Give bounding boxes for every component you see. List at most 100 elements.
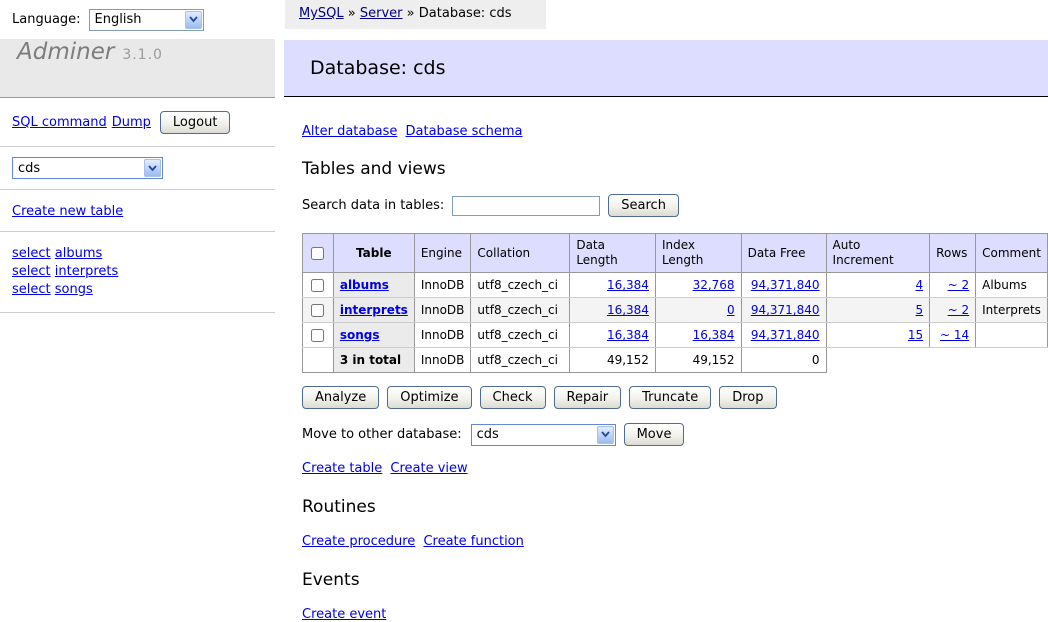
- column-header-auto-increment: Auto Increment: [826, 234, 930, 273]
- breadcrumb-server-link[interactable]: Server: [360, 6, 403, 21]
- table-row: songs InnoDB utf8_czech_ci 16,384 16,384…: [303, 323, 1048, 348]
- select-songs-link[interactable]: select: [12, 282, 51, 297]
- create-new-table-link[interactable]: Create new table: [12, 204, 123, 219]
- auto-increment-link[interactable]: 4: [916, 278, 924, 292]
- table-row: interprets InnoDB utf8_czech_ci 16,384 0…: [303, 298, 1048, 323]
- table-row: albums InnoDB utf8_czech_ci 16,384 32,76…: [303, 273, 1048, 298]
- search-button[interactable]: Search: [608, 194, 679, 217]
- index-length-link[interactable]: 0: [727, 303, 735, 317]
- drop-button[interactable]: Drop: [719, 386, 776, 409]
- search-label: Search data in tables:: [302, 198, 444, 213]
- move-select-value: cds: [477, 427, 499, 442]
- index-length-link[interactable]: 32,768: [693, 278, 735, 292]
- table-name-link[interactable]: albums: [340, 278, 389, 292]
- auto-increment-link[interactable]: 15: [908, 328, 923, 342]
- data-free-link[interactable]: 94,371,840: [751, 278, 820, 292]
- sidebar-database-row: cds: [0, 147, 275, 190]
- column-header-data-length: Data Length: [570, 234, 656, 273]
- comment-cell: [976, 323, 1048, 348]
- sql-command-link[interactable]: SQL command: [12, 115, 107, 130]
- rows-count-link[interactable]: ~ 2: [948, 303, 970, 317]
- data-length-link[interactable]: 16,384: [607, 303, 649, 317]
- events-links-row: Create event: [302, 607, 1048, 622]
- list-item: select albums: [12, 245, 263, 263]
- routines-heading: Routines: [302, 497, 1048, 517]
- analyze-button[interactable]: Analyze: [302, 386, 379, 409]
- list-item: select interprets: [12, 263, 263, 281]
- create-links-row: Create table Create view: [302, 461, 1048, 476]
- data-length-link[interactable]: 16,384: [607, 328, 649, 342]
- create-procedure-link[interactable]: Create procedure: [302, 534, 415, 549]
- breadcrumb-mysql-link[interactable]: MySQL: [299, 6, 344, 21]
- tables-and-views-heading: Tables and views: [302, 159, 1048, 179]
- data-free-link[interactable]: 94,371,840: [751, 328, 820, 342]
- chevron-down-icon: [597, 426, 614, 444]
- total-data-length: 49,152: [570, 348, 656, 373]
- column-header-comment: Comment: [976, 234, 1048, 273]
- create-view-link[interactable]: Create view: [390, 461, 467, 476]
- move-button[interactable]: Move: [624, 423, 685, 446]
- auto-increment-link[interactable]: 5: [916, 303, 924, 317]
- table-name-link[interactable]: songs: [340, 328, 380, 342]
- main-content: Alter database Database schema Tables an…: [302, 98, 1048, 622]
- column-header-collation: Collation: [471, 234, 570, 273]
- language-select-value: English: [95, 12, 142, 27]
- sidebar-actions-row: SQL command Dump Logout: [0, 98, 275, 147]
- search-row: Search data in tables: Search: [302, 194, 1048, 217]
- data-length-link[interactable]: 16,384: [607, 278, 649, 292]
- breadcrumb-current: Database: cds: [419, 6, 512, 21]
- check-button[interactable]: Check: [480, 386, 546, 409]
- table-interprets-link[interactable]: interprets: [55, 264, 118, 279]
- alter-database-link[interactable]: Alter database: [302, 124, 397, 139]
- language-select[interactable]: English: [89, 9, 204, 31]
- create-function-link[interactable]: Create function: [423, 534, 523, 549]
- optimize-button[interactable]: Optimize: [387, 386, 471, 409]
- select-interprets-link[interactable]: select: [12, 264, 51, 279]
- table-header-row: Table Engine Collation Data Length Index…: [303, 234, 1048, 273]
- collation-cell: utf8_czech_ci: [471, 348, 570, 373]
- table-albums-link[interactable]: albums: [55, 246, 103, 261]
- table-name-link[interactable]: interprets: [340, 303, 408, 317]
- rows-count-link[interactable]: ~ 14: [940, 328, 969, 342]
- create-event-link[interactable]: Create event: [302, 607, 386, 622]
- chevron-down-icon: [185, 11, 202, 29]
- rows-count-link[interactable]: ~ 2: [948, 278, 970, 292]
- total-data-free: 0: [741, 348, 826, 373]
- database-select-value: cds: [18, 161, 40, 176]
- total-label: 3 in total: [333, 348, 414, 373]
- chevron-down-icon: [144, 159, 161, 177]
- app-version: 3.1.0: [122, 47, 163, 63]
- engine-cell: InnoDB: [414, 323, 471, 348]
- repair-button[interactable]: Repair: [554, 386, 622, 409]
- list-item: select songs: [12, 281, 263, 299]
- collation-cell: utf8_czech_ci: [471, 323, 570, 348]
- database-schema-link[interactable]: Database schema: [406, 124, 523, 139]
- truncate-button[interactable]: Truncate: [629, 386, 711, 409]
- select-albums-link[interactable]: select: [12, 246, 51, 261]
- tables-overview-table: Table Engine Collation Data Length Index…: [302, 233, 1048, 373]
- breadcrumb-separator: »: [407, 6, 415, 21]
- create-table-link[interactable]: Create table: [302, 461, 382, 476]
- column-header-table: Table: [333, 234, 414, 273]
- comment-cell: Albums: [976, 273, 1048, 298]
- page-title-bar: Database: cds: [284, 40, 1048, 97]
- total-index-length: 49,152: [655, 348, 741, 373]
- row-checkbox[interactable]: [311, 304, 324, 317]
- database-select[interactable]: cds: [12, 157, 163, 179]
- engine-cell: InnoDB: [414, 348, 471, 373]
- routines-links-row: Create procedure Create function: [302, 534, 1048, 549]
- move-database-select[interactable]: cds: [471, 424, 616, 446]
- index-length-link[interactable]: 16,384: [693, 328, 735, 342]
- logout-button[interactable]: Logout: [160, 111, 231, 134]
- select-all-checkbox[interactable]: [311, 247, 324, 260]
- database-links-row: Alter database Database schema: [302, 124, 1048, 139]
- row-checkbox[interactable]: [311, 279, 324, 292]
- data-free-link[interactable]: 94,371,840: [751, 303, 820, 317]
- move-database-row: Move to other database: cds Move: [302, 423, 1048, 446]
- dump-link[interactable]: Dump: [112, 115, 151, 130]
- breadcrumb: MySQL » Server » Database: cds: [285, 0, 546, 29]
- search-input[interactable]: [452, 196, 600, 216]
- engine-cell: InnoDB: [414, 273, 471, 298]
- row-checkbox[interactable]: [311, 329, 324, 342]
- table-songs-link[interactable]: songs: [55, 282, 93, 297]
